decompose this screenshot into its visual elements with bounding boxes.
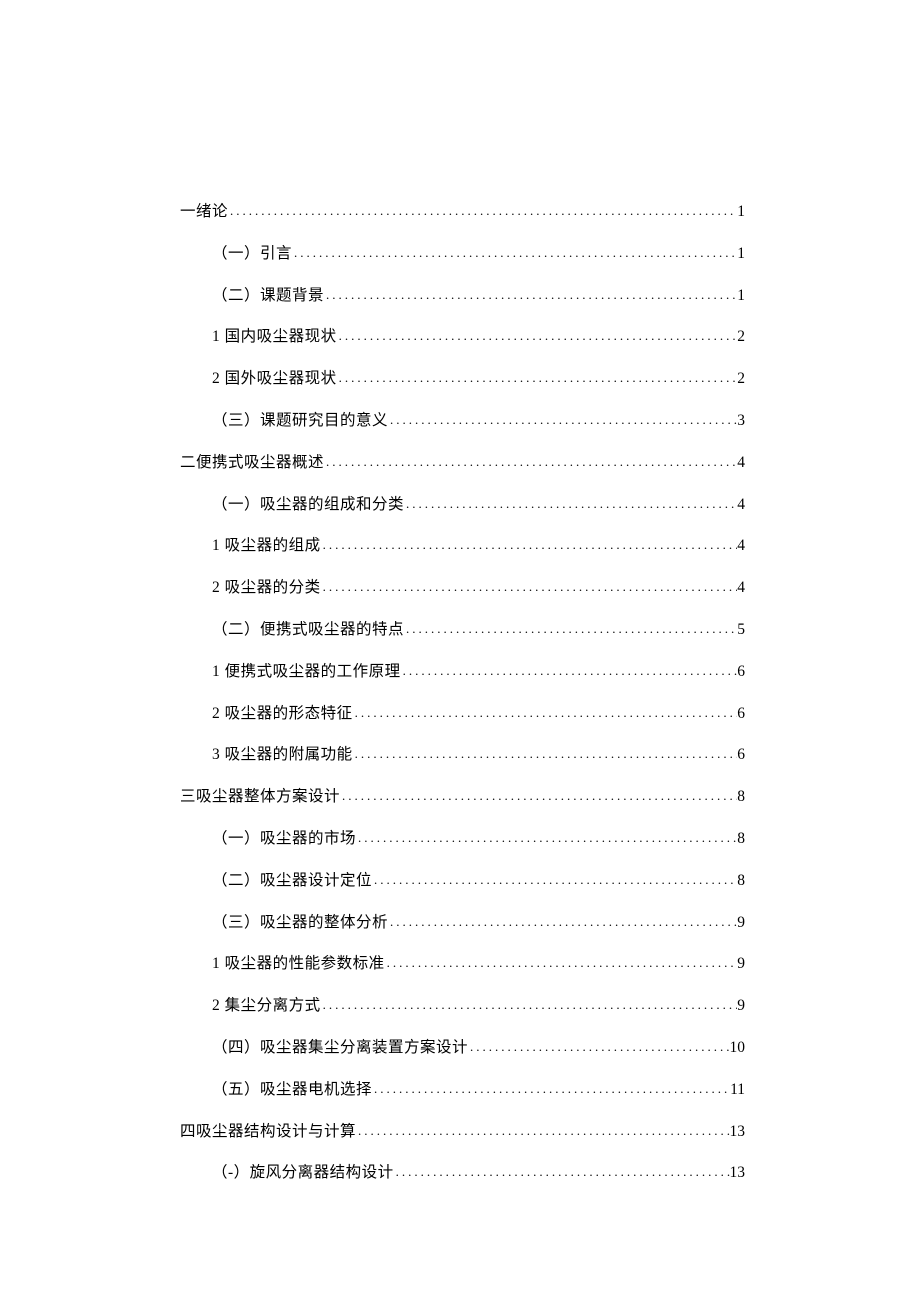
toc-title: （一）吸尘器的组成和分类 [212, 493, 404, 518]
toc-entry: 1 吸尘器的组成 4 [180, 534, 745, 559]
toc-page-number: 11 [730, 1078, 745, 1103]
toc-page-number: 4 [737, 451, 745, 476]
toc-dots [401, 661, 738, 682]
toc-title: 1 国内吸尘器现状 [212, 325, 337, 350]
toc-page-number: 4 [737, 534, 745, 559]
toc-entry: 2 集尘分离方式 9 [180, 994, 745, 1019]
toc-entry: 1 吸尘器的性能参数标准 9 [180, 952, 745, 977]
toc-title: 2 吸尘器的分类 [212, 576, 321, 601]
toc-page-number: 6 [737, 660, 745, 685]
toc-entry: 四吸尘器结构设计与计算 13 [180, 1120, 745, 1145]
toc-dots [356, 1121, 729, 1142]
toc-page-number: 1 [737, 200, 745, 225]
toc-dots [292, 243, 737, 264]
toc-title: 四吸尘器结构设计与计算 [180, 1120, 356, 1145]
toc-entry: （二）吸尘器设计定位 8 [180, 869, 745, 894]
toc-page-number: 9 [737, 952, 745, 977]
toc-dots [372, 870, 737, 891]
toc-page-number: 9 [737, 911, 745, 936]
toc-page-number: 8 [737, 827, 745, 852]
toc-dots [385, 953, 738, 974]
toc-title: 三吸尘器整体方案设计 [180, 785, 340, 810]
toc-dots [388, 912, 737, 933]
toc-dots [356, 828, 737, 849]
toc-entry: （一）吸尘器的市场 8 [180, 827, 745, 852]
toc-entry: （三）课题研究目的意义 3 [180, 409, 745, 434]
toc-dots [404, 494, 737, 515]
toc-page-number: 6 [737, 743, 745, 768]
toc-dots [321, 995, 738, 1016]
toc-dots [321, 577, 738, 598]
toc-page-number: 1 [737, 242, 745, 267]
toc-dots [340, 786, 737, 807]
toc-title: （二）课题背景 [212, 284, 324, 309]
toc-entry: 2 吸尘器的分类 4 [180, 576, 745, 601]
toc-entry: 2 国外吸尘器现状 2 [180, 367, 745, 392]
toc-entry: （一）引言 1 [180, 242, 745, 267]
toc-dots [228, 201, 737, 222]
toc-dots [337, 326, 738, 347]
toc-title: （二）吸尘器设计定位 [212, 869, 372, 894]
toc-dots [404, 619, 737, 640]
toc-entry: 3 吸尘器的附属功能 6 [180, 743, 745, 768]
toc-page-number: 9 [737, 994, 745, 1019]
toc-title: （三）课题研究目的意义 [212, 409, 388, 434]
toc-page: 一绪论 1 （一）引言 1 （二）课题背景 1 1 国内吸尘器现状 2 2 国外… [0, 0, 920, 1303]
toc-entry: （四）吸尘器集尘分离装置方案设计 10 [180, 1036, 745, 1061]
toc-page-number: 5 [737, 618, 745, 643]
toc-dots [337, 368, 738, 389]
toc-page-number: 2 [737, 367, 745, 392]
toc-page-number: 6 [737, 702, 745, 727]
toc-dots [372, 1079, 730, 1100]
toc-title: 1 吸尘器的性能参数标准 [212, 952, 385, 977]
toc-dots [324, 285, 737, 306]
toc-title: （二）便携式吸尘器的特点 [212, 618, 404, 643]
toc-title: （-）旋风分离器结构设计 [212, 1161, 394, 1186]
toc-entry: （二）课题背景 1 [180, 284, 745, 309]
toc-title: 二便携式吸尘器概述 [180, 451, 324, 476]
toc-page-number: 3 [737, 409, 745, 434]
toc-entry: （三）吸尘器的整体分析 9 [180, 911, 745, 936]
toc-entry: 一绪论 1 [180, 200, 745, 225]
toc-page-number: 13 [730, 1161, 746, 1186]
toc-entry: 1 便携式吸尘器的工作原理 6 [180, 660, 745, 685]
toc-title: （四）吸尘器集尘分离装置方案设计 [212, 1036, 468, 1061]
toc-dots [321, 535, 738, 556]
toc-dots [324, 452, 737, 473]
toc-entry: （-）旋风分离器结构设计 13 [180, 1161, 745, 1186]
toc-page-number: 8 [737, 785, 745, 810]
toc-title: （三）吸尘器的整体分析 [212, 911, 388, 936]
toc-entry: 2 吸尘器的形态特征 6 [180, 702, 745, 727]
toc-entry: （一）吸尘器的组成和分类 4 [180, 493, 745, 518]
toc-entry: （二）便携式吸尘器的特点 5 [180, 618, 745, 643]
toc-page-number: 4 [737, 576, 745, 601]
toc-page-number: 2 [737, 325, 745, 350]
toc-title: 1 吸尘器的组成 [212, 534, 321, 559]
toc-dots [468, 1037, 729, 1058]
toc-page-number: 8 [737, 869, 745, 894]
toc-dots [353, 703, 738, 724]
toc-title: （一）引言 [212, 242, 292, 267]
toc-entry: 1 国内吸尘器现状 2 [180, 325, 745, 350]
toc-dots [353, 744, 738, 765]
toc-title: 2 国外吸尘器现状 [212, 367, 337, 392]
toc-entry: 二便携式吸尘器概述 4 [180, 451, 745, 476]
toc-title: 1 便携式吸尘器的工作原理 [212, 660, 401, 685]
toc-title: 一绪论 [180, 200, 228, 225]
toc-page-number: 4 [737, 493, 745, 518]
toc-title: 2 集尘分离方式 [212, 994, 321, 1019]
toc-title: 3 吸尘器的附属功能 [212, 743, 353, 768]
toc-page-number: 1 [737, 284, 745, 309]
toc-page-number: 10 [730, 1036, 746, 1061]
toc-title: （一）吸尘器的市场 [212, 827, 356, 852]
toc-page-number: 13 [730, 1120, 746, 1145]
toc-dots [388, 410, 737, 431]
toc-dots [394, 1162, 730, 1183]
toc-entry: （五）吸尘器电机选择 11 [180, 1078, 745, 1103]
toc-title: 2 吸尘器的形态特征 [212, 702, 353, 727]
toc-title: （五）吸尘器电机选择 [212, 1078, 372, 1103]
toc-entry: 三吸尘器整体方案设计 8 [180, 785, 745, 810]
